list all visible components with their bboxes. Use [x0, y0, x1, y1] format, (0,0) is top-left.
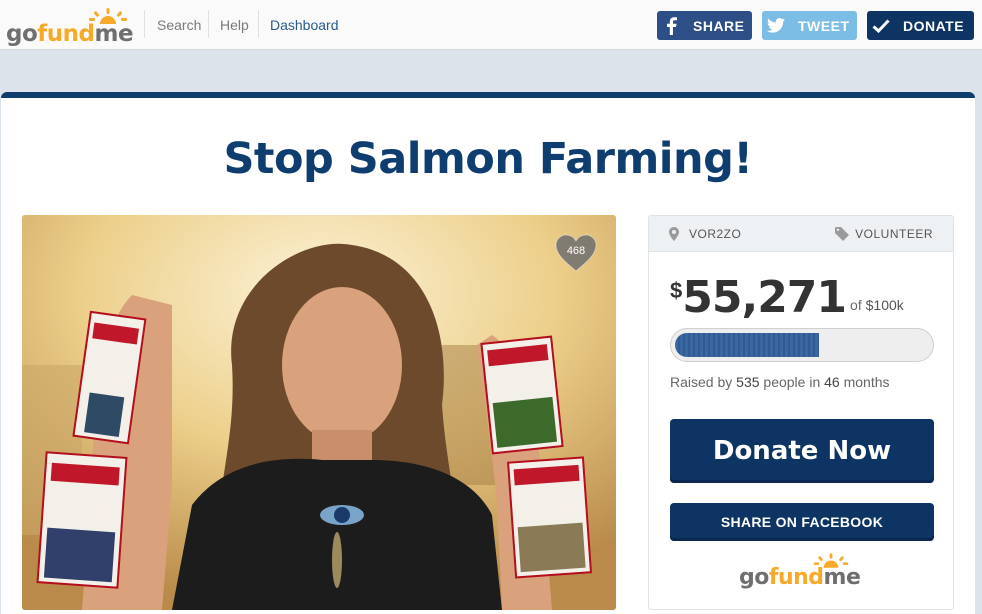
nav-divider	[144, 10, 145, 38]
raised-summary: Raised by 535 people in 46 months	[670, 374, 890, 390]
gofundme-logo[interactable]: gofundme	[6, 8, 134, 47]
nav-search-link[interactable]: Search	[157, 17, 201, 33]
campaign-photo-image	[22, 215, 616, 610]
logo-wordmark: gofundme	[739, 565, 861, 590]
amount-value: 55,271	[682, 272, 847, 323]
donate-top-button[interactable]: DONATE	[867, 11, 974, 40]
panel-header: VOR2ZO VOLUNTEER	[649, 216, 953, 252]
months-count: 46	[824, 374, 840, 390]
like-count: 468	[566, 245, 586, 257]
tweet-label: TWEET	[798, 17, 850, 34]
people-count: 535	[736, 374, 760, 390]
nav-help-link[interactable]: Help	[220, 17, 249, 33]
raised-prefix: Raised by	[670, 374, 733, 390]
location[interactable]: VOR2ZO	[669, 227, 741, 241]
goal-value: $100k	[865, 297, 904, 313]
months-suffix: months	[843, 374, 890, 390]
donate-label: DONATE	[903, 17, 965, 34]
campaign-card: Stop Salmon Farming! 468 VOR2ZO VOLUNTEE…	[1, 92, 975, 614]
nav-divider	[208, 10, 209, 38]
goal-text: of $100k	[850, 297, 904, 313]
donation-panel: VOR2ZO VOLUNTEER $ 55,271 of $100k Raise…	[648, 215, 954, 610]
tweet-button[interactable]: TWEET	[762, 11, 857, 40]
campaign-title: Stop Salmon Farming!	[223, 134, 753, 184]
people-suffix: people in	[763, 374, 821, 390]
location-label: VOR2ZO	[689, 227, 742, 241]
goal-prefix: of	[850, 297, 862, 313]
gofundme-footer-logo[interactable]: gofundme	[739, 553, 869, 593]
tag-icon	[835, 227, 850, 241]
amount-raised: $ 55,271 of $100k	[670, 272, 904, 323]
category-label: VOLUNTEER	[855, 227, 933, 241]
top-nav: gofundme Search Help Dashboard SHARE TWE…	[0, 0, 982, 50]
check-icon	[867, 11, 895, 40]
logo-wordmark: gofundme	[6, 21, 134, 47]
twitter-icon	[762, 11, 790, 40]
location-pin-icon	[669, 227, 679, 241]
facebook-share-button[interactable]: SHARE	[657, 11, 752, 40]
donate-now-button[interactable]: Donate Now	[670, 419, 934, 483]
nav-dashboard-link[interactable]: Dashboard	[270, 17, 339, 33]
category[interactable]: VOLUNTEER	[835, 227, 933, 241]
progress-fill	[675, 333, 820, 357]
currency-symbol: $	[670, 278, 683, 303]
share-on-facebook-button[interactable]: SHARE ON FACEBOOK	[670, 503, 934, 541]
share-label: SHARE	[693, 17, 745, 34]
nav-divider	[258, 10, 259, 38]
facebook-icon	[657, 11, 685, 40]
campaign-photo[interactable]: 468	[22, 215, 616, 610]
progress-bar	[670, 328, 934, 362]
